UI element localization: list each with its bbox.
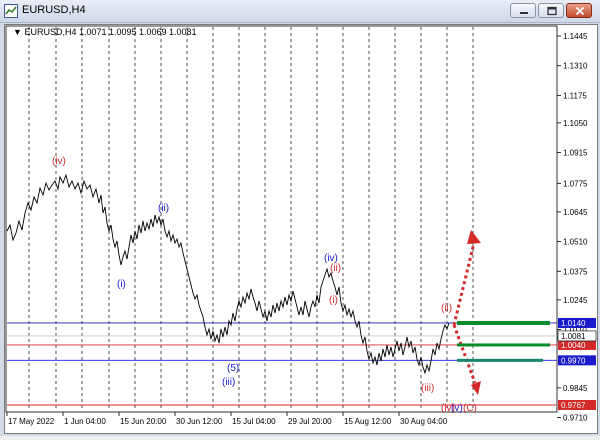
price-tick-label: 1.1310 <box>563 62 588 71</box>
wave-label: (5) <box>227 363 239 374</box>
wave-label: (iii) <box>421 383 434 394</box>
price-tag-label: 1.0140 <box>561 319 586 328</box>
symbol-info-text: EURUSD,H4 1.0071 1.0095 1.0069 1.0081 <box>24 27 197 37</box>
time-tick-label: 15 Jul 04:00 <box>232 417 276 426</box>
time-tick-label: 30 Jun 12:00 <box>176 417 223 426</box>
time-tick-label: 29 Jul 20:00 <box>288 417 332 426</box>
window-title: EURUSD,H4 <box>22 4 86 16</box>
price-tick-label: 0.9845 <box>563 384 588 393</box>
minimize-button[interactable] <box>510 3 536 18</box>
price-tick-label: 1.1175 <box>563 91 587 100</box>
price-tag-label: 0.9767 <box>561 401 586 410</box>
target-zone-lower <box>457 358 543 362</box>
terminal-window: EURUSD,H4 1.1445 1.1310 1.1175 1.1050 1.0915… <box>0 0 600 436</box>
minimize-icon <box>520 12 528 14</box>
wave-label: (i) <box>117 279 126 290</box>
price-chart[interactable]: 1.1445 1.1310 1.1175 1.1050 1.0915 1.0775 1.06… <box>5 25 599 435</box>
price-tick-label: 1.0510 <box>563 238 588 247</box>
symbol-arrow-icon: ▼ <box>13 27 22 37</box>
wave-label: (ii) <box>330 263 341 274</box>
maximize-icon <box>547 6 557 16</box>
wave-label: (iii) <box>222 377 235 388</box>
wave-label: (ii) <box>441 303 452 314</box>
wave-label: (iv) <box>52 156 66 167</box>
price-tick-label: 1.0245 <box>563 296 588 305</box>
time-tick-label: 17 May 2022 <box>8 417 55 426</box>
wave-label: (i) <box>329 295 338 306</box>
price-tick-label: 1.0645 <box>563 208 588 217</box>
target-zone-middle <box>457 343 550 347</box>
price-tick-label: 0.9710 <box>563 414 588 423</box>
close-icon <box>575 6 585 16</box>
time-tick-label: 30 Aug 04:00 <box>400 417 448 426</box>
close-button[interactable] <box>566 3 592 18</box>
wave-label: (C) <box>463 403 477 414</box>
price-tag-label: 1.0081 <box>561 332 586 341</box>
plot-frame <box>5 25 558 413</box>
title-bar: EURUSD,H4 <box>0 0 600 23</box>
price-tick-label: 1.0775 <box>563 179 588 188</box>
chart-icon <box>4 4 18 18</box>
time-tick-label: 15 Jun 20:00 <box>120 417 167 426</box>
maximize-button[interactable] <box>538 3 564 18</box>
price-tick-label: 1.1050 <box>563 119 588 128</box>
time-tick-label: 1 Jun 04:00 <box>64 417 106 426</box>
price-tick-label: 1.1445 <box>563 32 588 41</box>
wave-label: (v) <box>451 403 463 414</box>
chart-area[interactable]: 1.1445 1.1310 1.1175 1.1050 1.0915 1.0775 1.06… <box>4 24 598 434</box>
price-tick-label: 1.0915 <box>563 149 588 158</box>
time-tick-label: 15 Aug 12:00 <box>344 417 392 426</box>
price-tick-label: 1.0375 <box>563 267 588 276</box>
price-tag-label: 0.9970 <box>561 356 586 365</box>
target-zone-upper <box>457 320 550 325</box>
wave-label: (ii) <box>158 203 169 214</box>
price-tag-label: 1.0040 <box>561 341 586 350</box>
symbol-info: ▼ EURUSD,H4 1.0071 1.0095 1.0069 1.0081 <box>13 27 197 37</box>
